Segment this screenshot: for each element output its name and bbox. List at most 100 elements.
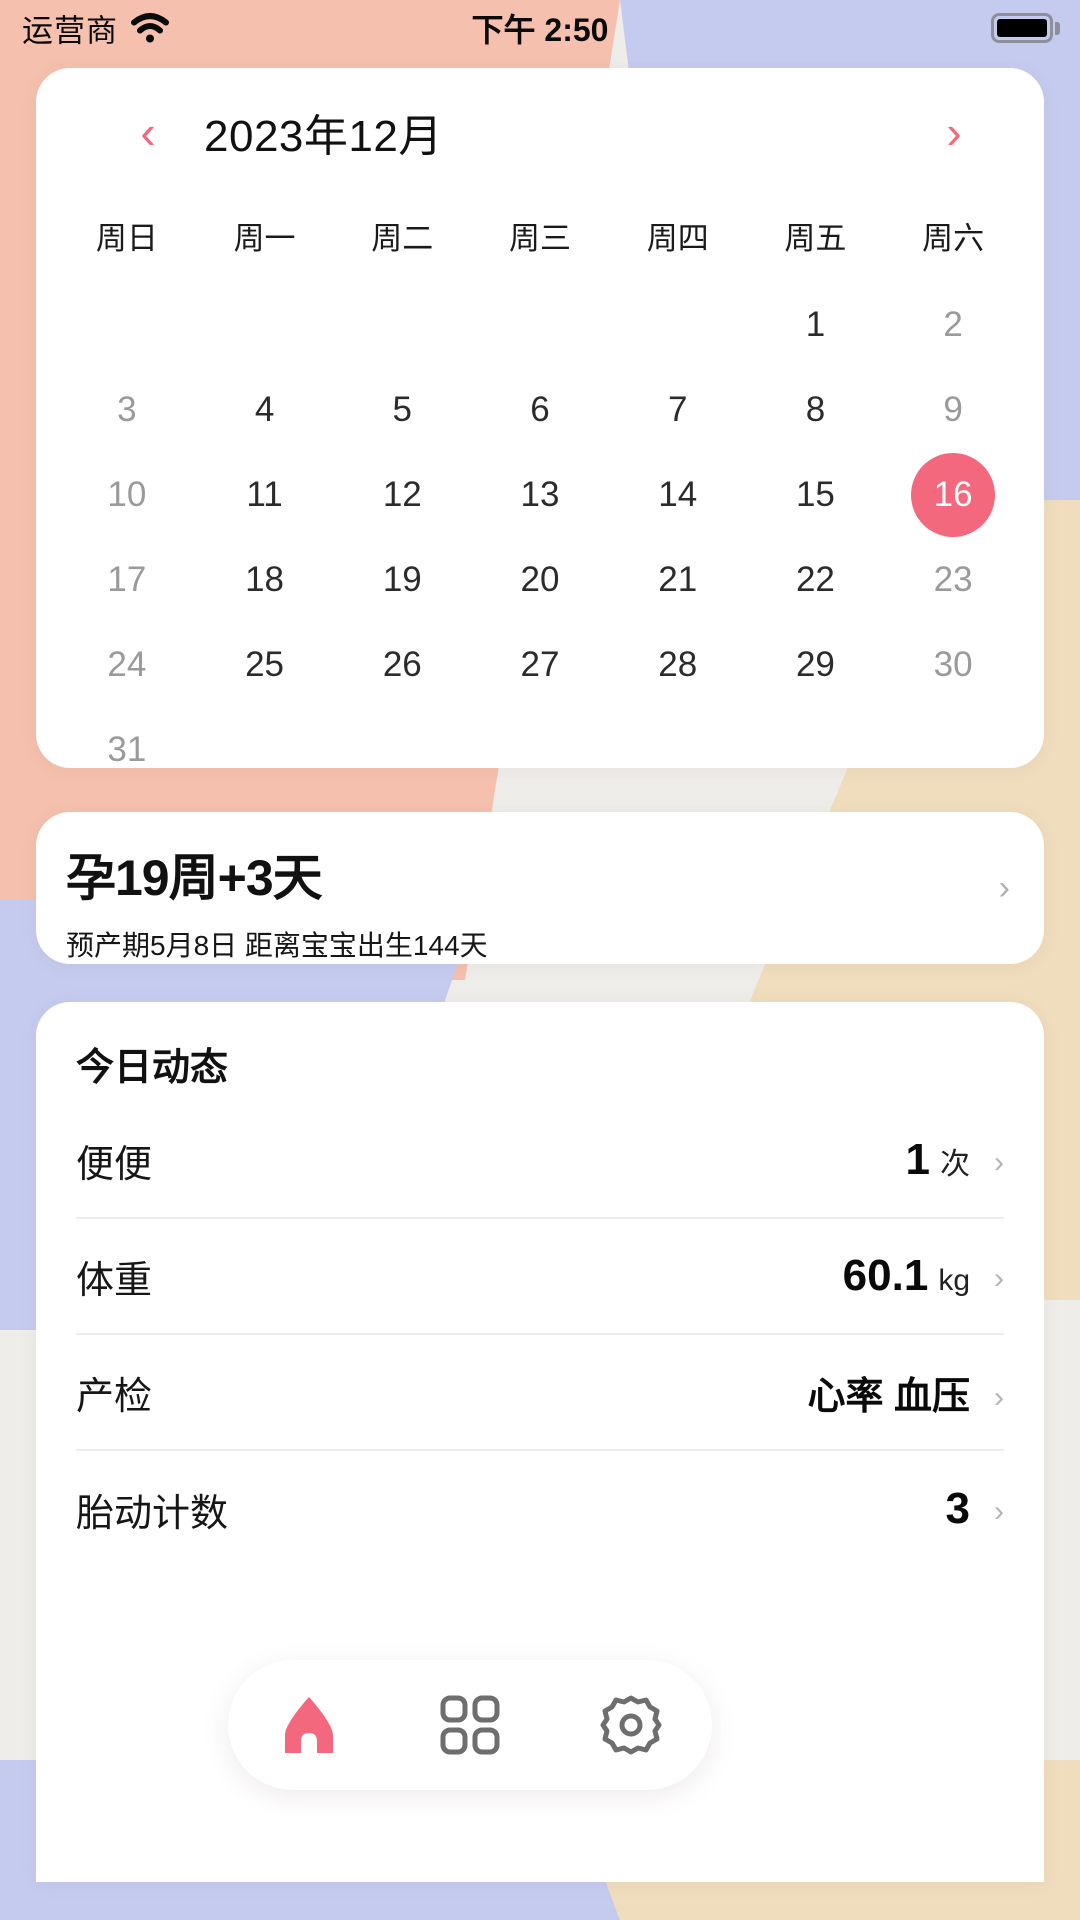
calendar-day-4[interactable]: 4 — [196, 367, 334, 452]
calendar-day-empty — [333, 282, 471, 367]
today-row-list: 便便 1 次 › 体重 60.1 kg › 产检 心率 血压 › 胎动计数 3 › — [76, 1103, 1004, 1567]
today-row-value-group: 60.1 kg › — [843, 1251, 1004, 1301]
calendar-weekday-5: 周五 — [784, 221, 847, 256]
calendar-day-label: 3 — [117, 389, 137, 429]
calendar-day-label: 26 — [382, 644, 422, 684]
calendar-day-15[interactable]: 15 — [747, 452, 885, 537]
today-row-value-group: 3 › — [946, 1484, 1004, 1534]
status-bar-right — [991, 13, 1060, 43]
calendar-day-24[interactable]: 24 — [58, 622, 196, 707]
calendar-day-grid: 1 2 3 4 5 6 7 8 9 10 11 12 13 14 15 16 17 18 19 20 21 22 23 24 2… — [58, 282, 1022, 792]
calendar-day-18[interactable]: 18 — [196, 537, 334, 622]
calendar-day-label: 6 — [530, 389, 550, 429]
calendar-day-label: 25 — [245, 644, 285, 684]
today-row-label: 体重 — [76, 1259, 153, 1302]
calendar-day-23[interactable]: 23 — [884, 537, 1022, 622]
calendar-day-26[interactable]: 26 — [333, 622, 471, 707]
calendar-day-10[interactable]: 10 — [58, 452, 196, 537]
today-row-value: 1 — [905, 1135, 930, 1184]
calendar-weekday-4: 周四 — [646, 221, 709, 256]
calendar-day-label: 31 — [107, 729, 147, 769]
calendar-weekday-0: 周日 — [95, 221, 158, 256]
calendar-day-13[interactable]: 13 — [471, 452, 609, 537]
calendar-day-29[interactable]: 29 — [747, 622, 885, 707]
calendar-day-5[interactable]: 5 — [333, 367, 471, 452]
calendar-day-label: 20 — [520, 559, 560, 599]
calendar-day-19[interactable]: 19 — [333, 537, 471, 622]
today-row[interactable]: 便便 1 次 › — [76, 1103, 1004, 1219]
calendar-day-empty — [471, 707, 609, 792]
calendar-day-8[interactable]: 8 — [747, 367, 885, 452]
today-row[interactable]: 体重 60.1 kg › — [76, 1219, 1004, 1335]
calendar-day-label: 9 — [943, 389, 963, 429]
battery-icon — [991, 13, 1053, 43]
calendar-day-12[interactable]: 12 — [333, 452, 471, 537]
calendar-day-25[interactable]: 25 — [196, 622, 334, 707]
chevron-right-icon: › — [994, 1380, 1004, 1414]
calendar-day-label: 17 — [107, 559, 147, 599]
today-row-unit: 次 — [940, 1148, 970, 1181]
calendar-day-label: 19 — [382, 559, 422, 599]
calendar-day-11[interactable]: 11 — [196, 452, 334, 537]
status-bar: 运营商 下午 2:50 — [0, 0, 1080, 56]
calendar-day-label: 29 — [795, 644, 835, 684]
chevron-right-icon: › — [994, 1146, 1004, 1179]
chevron-right-icon: › — [994, 1262, 1004, 1295]
calendar-day-1[interactable]: 1 — [747, 282, 885, 367]
calendar-day-label: 28 — [658, 644, 698, 684]
calendar-day-22[interactable]: 22 — [747, 537, 885, 622]
calendar-day-2[interactable]: 2 — [884, 282, 1022, 367]
calendar-day-20[interactable]: 20 — [471, 537, 609, 622]
calendar-weekday-2: 周二 — [371, 221, 434, 256]
calendar-day-7[interactable]: 7 — [609, 367, 747, 452]
calendar-day-empty — [471, 282, 609, 367]
calendar-day-label: 2 — [943, 304, 963, 344]
calendar-day-label: 7 — [667, 389, 688, 429]
calendar-weekday-3: 周三 — [508, 221, 571, 256]
calendar-weekday-6: 周六 — [922, 221, 985, 256]
calendar-day-label: 18 — [245, 559, 285, 599]
calendar-day-28[interactable]: 28 — [609, 622, 747, 707]
today-row-label: 胎动计数 — [76, 1492, 229, 1535]
calendar-day-31[interactable]: 31 — [58, 707, 196, 792]
pregnancy-week-label: 孕19周+3天 — [66, 850, 323, 906]
calendar-day-label: 23 — [933, 559, 973, 599]
calendar-day-17[interactable]: 17 — [58, 537, 196, 622]
gear-icon — [600, 1695, 662, 1755]
today-row[interactable]: 产检 心率 血压 › — [76, 1335, 1004, 1451]
today-row-value: 3 — [945, 1484, 970, 1533]
calendar-day-label: 30 — [933, 644, 973, 684]
calendar-day-30[interactable]: 30 — [884, 622, 1022, 707]
calendar-card: ‹ 2023年12月 › 周日 周一 周二 周三 周四 周五 周六 1 2 3 4 5 6 7 8 9 10 1… — [36, 68, 1044, 769]
today-row-value-group: 心率 血压 › — [807, 1365, 1004, 1420]
calendar-day-selected[interactable]: 16 — [884, 452, 1022, 537]
calendar-header: ‹ 2023年12月 › — [58, 68, 1022, 196]
calendar-day-3[interactable]: 3 — [58, 367, 196, 452]
calendar-weekday-row: 周日 周一 周二 周三 周四 周五 周六 — [58, 196, 1022, 282]
chevron-right-icon: › — [994, 1495, 1004, 1528]
tab-modules[interactable] — [415, 1670, 525, 1780]
today-row-text: 心率 血压 — [807, 1375, 970, 1418]
today-row[interactable]: 胎动计数 3 › — [76, 1451, 1004, 1567]
tab-home[interactable] — [254, 1670, 364, 1780]
calendar-day-label: 12 — [382, 474, 422, 514]
calendar-day-27[interactable]: 27 — [471, 622, 609, 707]
calendar-day-label: 8 — [805, 389, 826, 429]
calendar-day-9[interactable]: 9 — [884, 367, 1022, 452]
tab-settings[interactable] — [576, 1670, 686, 1780]
prev-month-button[interactable]: ‹ — [118, 109, 178, 155]
grid-icon — [440, 1695, 500, 1755]
calendar-day-14[interactable]: 14 — [609, 452, 747, 537]
calendar-day-6[interactable]: 6 — [471, 367, 609, 452]
calendar-day-label: 14 — [658, 474, 698, 514]
calendar-day-label: 11 — [246, 474, 283, 514]
pregnancy-status-card[interactable]: 孕19周+3天 预产期5月8日 距离宝宝出生144天 › — [36, 812, 1044, 964]
next-month-button[interactable]: › — [924, 109, 984, 155]
calendar-day-label: 27 — [520, 644, 560, 684]
today-row-value-group: 1 次 › — [906, 1135, 1004, 1185]
calendar-day-empty — [747, 707, 885, 792]
calendar-day-label: 4 — [254, 389, 275, 429]
calendar-day-label: 15 — [795, 474, 835, 514]
today-row-label: 产检 — [76, 1375, 153, 1418]
calendar-day-21[interactable]: 21 — [609, 537, 747, 622]
